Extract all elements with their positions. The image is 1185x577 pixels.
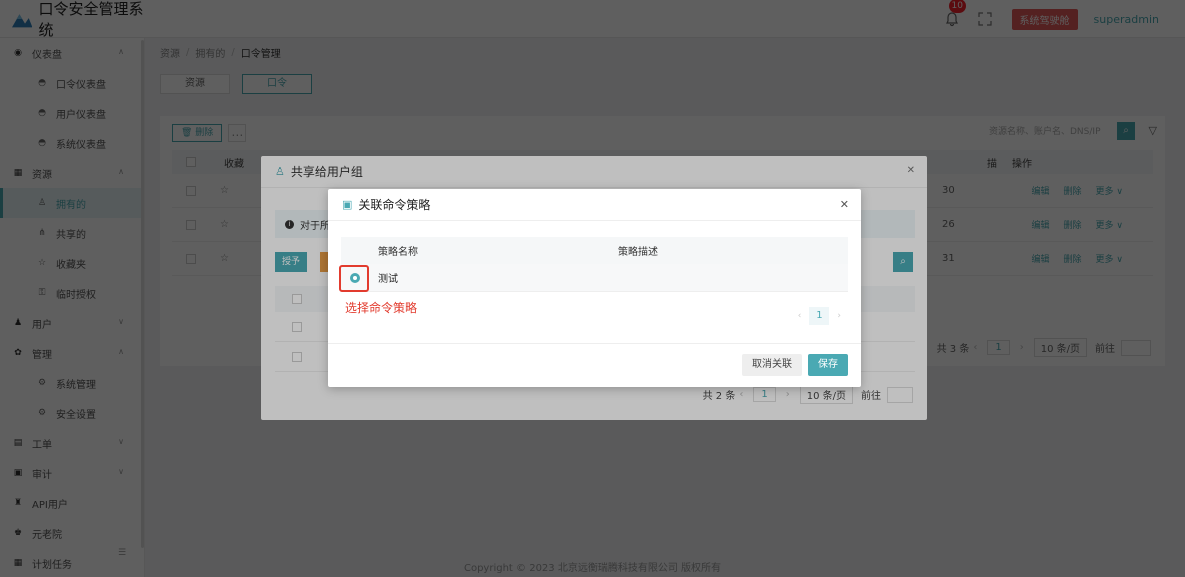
link-command-policy-dialog: ▣ 关联命令策略 ✕ 策略名称 策略描述 测试 ‹ 1 › 取消关联 保存 — [328, 189, 861, 387]
annotation-label: 选择命令策略 — [345, 301, 418, 315]
pagination: ‹ 1 › — [790, 307, 849, 325]
table-row[interactable]: 测试 — [341, 264, 848, 292]
unlink-button[interactable]: 取消关联 — [742, 354, 802, 376]
dialog-footer: 取消关联 保存 — [328, 343, 861, 387]
next-page-icon[interactable]: › — [837, 311, 841, 321]
column-header-policy-desc: 策略描述 — [618, 247, 658, 258]
policy-name: 测试 — [378, 274, 398, 285]
save-button[interactable]: 保存 — [808, 354, 848, 376]
column-header-policy-name: 策略名称 — [378, 247, 418, 258]
prev-page-icon[interactable]: ‹ — [798, 311, 802, 321]
annotation-highlight-box — [339, 265, 369, 292]
page-number[interactable]: 1 — [809, 307, 830, 325]
window-icon: ▣ — [342, 198, 353, 211]
dialog-title: 关联命令策略 — [358, 198, 431, 212]
policy-table: 策略名称 策略描述 测试 — [341, 237, 848, 292]
table-header: 策略名称 策略描述 — [341, 237, 848, 264]
close-icon[interactable]: ✕ — [840, 198, 849, 211]
